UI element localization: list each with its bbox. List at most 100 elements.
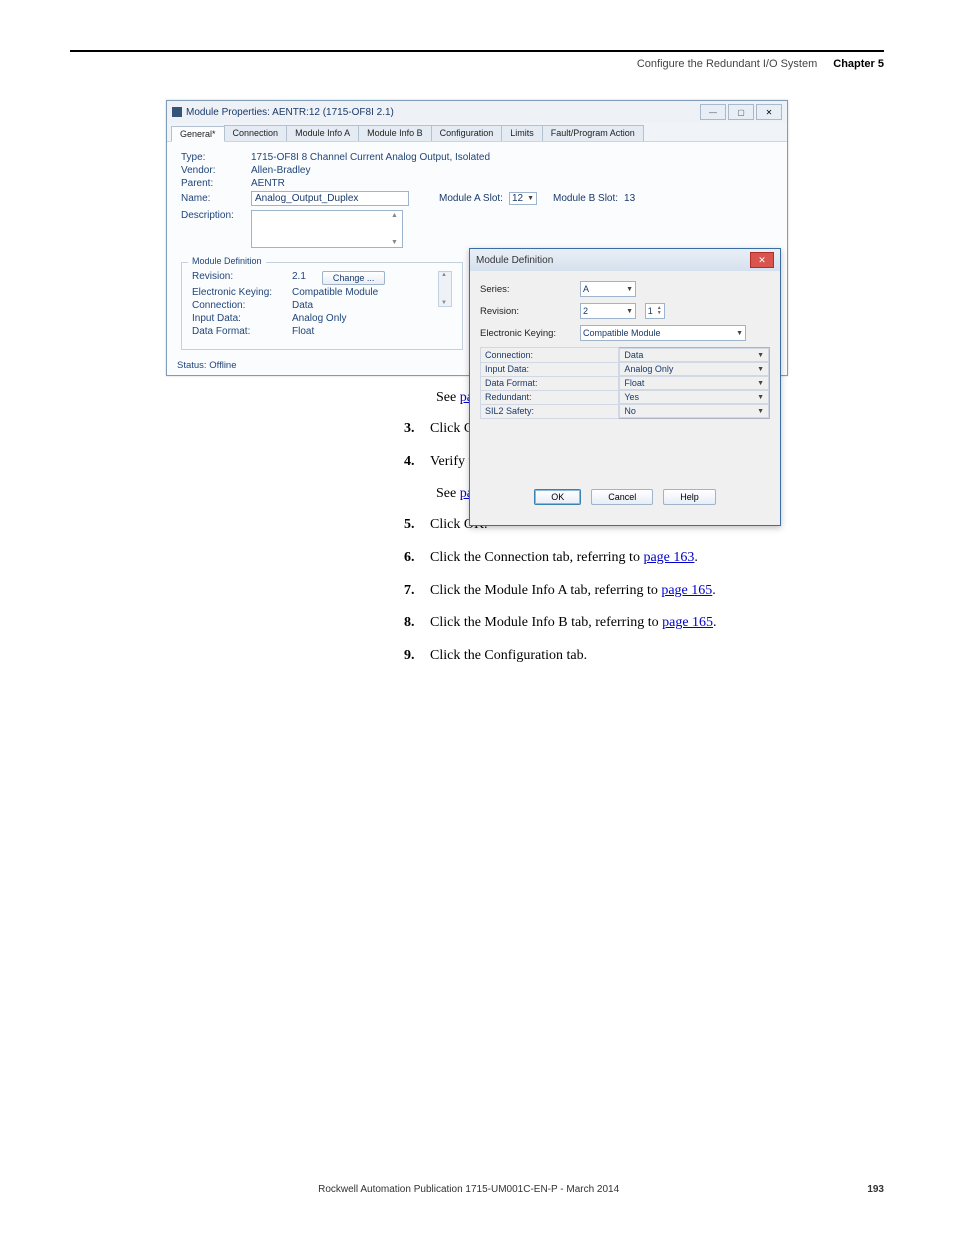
grid-conn-cell[interactable]: Data ▼ bbox=[619, 348, 769, 362]
step-number: 7. bbox=[404, 582, 420, 601]
grid-format-cell[interactable]: Float ▼ bbox=[619, 376, 769, 390]
step-number: 9. bbox=[404, 647, 420, 666]
step-6-text-a: Click the Connection tab, referring to bbox=[430, 550, 643, 565]
grid-sil2-label: SIL2 Safety: bbox=[481, 404, 619, 419]
grid-format-label: Data Format: bbox=[481, 376, 619, 390]
chevron-down-icon: ▼ bbox=[757, 366, 764, 373]
series-value: A bbox=[583, 284, 589, 294]
series-select[interactable]: A ▼ bbox=[580, 281, 636, 297]
revision-minor-value: 1 bbox=[648, 306, 653, 316]
maximize-button[interactable]: ▢ bbox=[728, 104, 754, 120]
module-b-slot-label: Module B Slot: bbox=[553, 193, 618, 204]
publication-id: Rockwell Automation Publication 1715-UM0… bbox=[70, 1184, 867, 1195]
module-a-slot-select[interactable]: 12 ▼ bbox=[509, 192, 537, 205]
grid-input-cell[interactable]: Analog Only ▼ bbox=[619, 362, 769, 376]
module-properties-window: Module Properties: AENTR:12 (1715-OF8I 2… bbox=[166, 100, 788, 376]
step-8-text-a: Click the Module Info B tab, referring t… bbox=[430, 615, 662, 630]
step-number: 3. bbox=[404, 420, 420, 439]
grid-input-value: Analog Only bbox=[624, 364, 673, 374]
window-buttons: — ▢ ✕ bbox=[700, 104, 782, 120]
md-revision-value: 2.1 bbox=[292, 271, 306, 285]
see-text: See bbox=[436, 486, 460, 501]
page-footer: Rockwell Automation Publication 1715-UM0… bbox=[70, 1184, 884, 1195]
header-section: Configure the Redundant I/O System bbox=[637, 58, 817, 70]
minimize-button[interactable]: — bbox=[700, 104, 726, 120]
close-button[interactable]: ✕ bbox=[756, 104, 782, 120]
vendor-value: Allen-Bradley bbox=[251, 165, 310, 176]
step-9-text: Click the Configuration tab. bbox=[430, 647, 587, 666]
chevron-down-icon: ▼ bbox=[757, 352, 764, 359]
md-input-label: Input Data: bbox=[192, 313, 292, 324]
revision-major-value: 2 bbox=[583, 306, 588, 316]
md-ek-value: Compatible Module bbox=[292, 287, 378, 298]
module-b-slot-value: 13 bbox=[624, 193, 635, 204]
step-7-text-b: . bbox=[712, 583, 716, 598]
tab-connection[interactable]: Connection bbox=[224, 125, 288, 141]
change-button[interactable]: Change ... bbox=[322, 271, 386, 285]
groupbox-scrollbar[interactable] bbox=[438, 271, 452, 307]
grid-sil2-cell[interactable]: No ▼ bbox=[619, 404, 769, 418]
grid-conn-label: Connection: bbox=[481, 348, 619, 363]
help-button[interactable]: Help bbox=[663, 489, 716, 505]
name-label: Name: bbox=[181, 193, 251, 204]
cancel-button[interactable]: Cancel bbox=[591, 489, 653, 505]
parent-value: AENTR bbox=[251, 178, 285, 189]
chevron-down-icon: ▼ bbox=[757, 408, 764, 415]
md-input-value: Analog Only bbox=[292, 313, 346, 324]
grid-redundant-label: Redundant: bbox=[481, 390, 619, 404]
module-definition-group: Module Definition Revision: 2.1 Change .… bbox=[181, 262, 463, 350]
parent-label: Parent: bbox=[181, 178, 251, 189]
description-textarea[interactable]: ▲ ▼ bbox=[251, 210, 403, 248]
inner-ek-label: Electronic Keying: bbox=[480, 328, 580, 339]
tab-fault-program[interactable]: Fault/Program Action bbox=[542, 125, 644, 141]
md-format-value: Float bbox=[292, 326, 314, 337]
step-number: 5. bbox=[404, 516, 420, 535]
grid-conn-value: Data bbox=[624, 350, 643, 360]
series-label: Series: bbox=[480, 284, 580, 295]
app-icon bbox=[172, 107, 182, 117]
ok-button[interactable]: OK bbox=[534, 489, 581, 505]
scroll-down-icon[interactable]: ▼ bbox=[391, 239, 401, 246]
scroll-up-icon[interactable]: ▲ bbox=[391, 212, 401, 219]
md-ek-label: Electronic Keying: bbox=[192, 287, 292, 298]
grid-input-label: Input Data: bbox=[481, 362, 619, 376]
type-value: 1715-OF8I 8 Channel Current Analog Outpu… bbox=[251, 152, 490, 163]
tabstrip: General* Connection Module Info A Module… bbox=[167, 123, 787, 142]
inner-dialog-title: Module Definition bbox=[476, 255, 553, 266]
tab-configuration[interactable]: Configuration bbox=[431, 125, 503, 141]
module-a-slot-value: 12 bbox=[512, 193, 523, 204]
step-number: 8. bbox=[404, 614, 420, 633]
module-definition-legend: Module Definition bbox=[188, 256, 266, 266]
header-chapter: Chapter 5 bbox=[833, 58, 884, 70]
chevron-down-icon: ▼ bbox=[626, 286, 633, 293]
chevron-down-icon: ▼ bbox=[527, 195, 534, 202]
page-165-link[interactable]: page 165 bbox=[662, 615, 713, 630]
md-revision-label: Revision: bbox=[192, 271, 292, 285]
name-input[interactable]: Analog_Output_Duplex bbox=[251, 191, 409, 206]
chevron-down-icon: ▼ bbox=[757, 380, 764, 387]
page-165-link[interactable]: page 165 bbox=[661, 583, 712, 598]
revision-minor-spinner[interactable]: 1 ▲▼ bbox=[645, 303, 665, 319]
step-number: 4. bbox=[404, 453, 420, 472]
grid-redundant-cell[interactable]: Yes ▼ bbox=[619, 390, 769, 404]
inner-revision-label: Revision: bbox=[480, 306, 580, 317]
tab-module-info-b[interactable]: Module Info B bbox=[358, 125, 432, 141]
inner-close-button[interactable]: ✕ bbox=[750, 252, 774, 268]
step-6-text-b: . bbox=[694, 550, 698, 565]
inner-ek-value: Compatible Module bbox=[583, 328, 661, 338]
ek-select[interactable]: Compatible Module ▼ bbox=[580, 325, 746, 341]
chevron-down-icon: ▼ bbox=[757, 394, 764, 401]
chevron-down-icon: ▼ bbox=[736, 330, 743, 337]
tab-general[interactable]: General* bbox=[171, 126, 225, 142]
tab-module-info-a[interactable]: Module Info A bbox=[286, 125, 359, 141]
tab-limits[interactable]: Limits bbox=[501, 125, 543, 141]
md-conn-value: Data bbox=[292, 300, 313, 311]
chevron-down-icon: ▼ bbox=[626, 308, 633, 315]
grid-redundant-value: Yes bbox=[624, 392, 639, 402]
grid-sil2-value: No bbox=[624, 406, 636, 416]
revision-major-select[interactable]: 2 ▼ bbox=[580, 303, 636, 319]
page-number: 193 bbox=[867, 1184, 884, 1195]
page-163-link[interactable]: page 163 bbox=[643, 550, 694, 565]
grid-format-value: Float bbox=[624, 378, 644, 388]
step-7-text-a: Click the Module Info A tab, referring t… bbox=[430, 583, 661, 598]
